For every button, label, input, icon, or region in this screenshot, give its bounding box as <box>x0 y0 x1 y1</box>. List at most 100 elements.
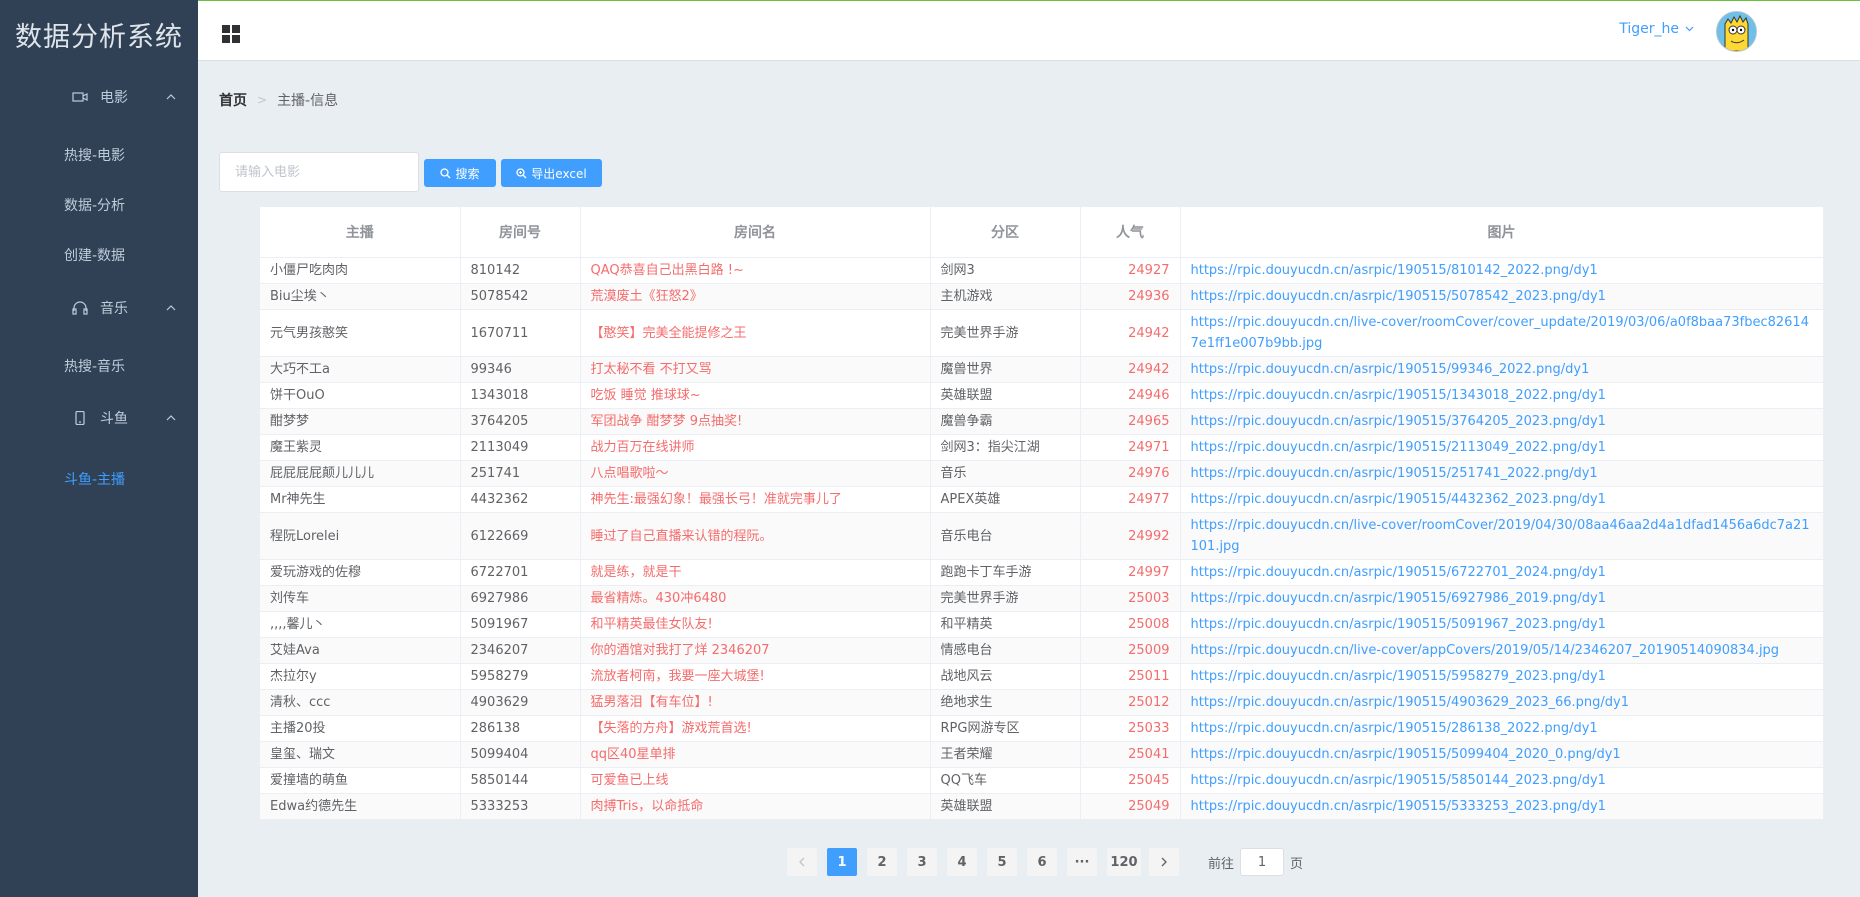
headset-icon <box>72 301 88 315</box>
category-cell: 绝地求生 <box>930 689 1081 716</box>
image-url-cell[interactable]: https://rpic.douyucdn.cn/asrpic/190515/6… <box>1180 585 1824 612</box>
next-page-button[interactable] <box>1149 848 1179 876</box>
grid-menu-icon[interactable] <box>222 25 240 43</box>
page-number-button[interactable]: 5 <box>987 848 1017 876</box>
anchor-name-cell: 程阮Lorelei <box>260 512 461 560</box>
anchor-name-cell: Edwa约德先生 <box>260 793 461 820</box>
page-number-button[interactable]: 2 <box>867 848 897 876</box>
room-name-cell: 【憨笑】完美全能提修之王 <box>580 309 931 357</box>
image-url-cell[interactable]: https://rpic.douyucdn.cn/asrpic/190515/5… <box>1180 611 1824 638</box>
category-cell: 剑网3 <box>930 257 1081 284</box>
anchor-name-cell: 大巧不工a <box>260 356 461 383</box>
table-row: Mr神先生 4432362 神先生:最强幻象！最强长弓！准就完事儿了 APEX英雄 24… <box>260 486 1824 513</box>
image-url-cell[interactable]: https://rpic.douyucdn.cn/live-cover/appC… <box>1180 637 1824 664</box>
search-input[interactable] <box>219 152 419 192</box>
image-url-cell[interactable]: https://rpic.douyucdn.cn/asrpic/190515/5… <box>1180 767 1824 794</box>
image-url-cell[interactable]: https://rpic.douyucdn.cn/asrpic/190515/5… <box>1180 793 1824 820</box>
anchor-name-cell: Biu尘埃丶 <box>260 283 461 310</box>
popularity-cell: 24997 <box>1080 559 1181 586</box>
room-id-cell: 5850144 <box>460 767 581 794</box>
chevron-up-icon <box>166 94 176 100</box>
room-id-cell: 1670711 <box>460 309 581 357</box>
search-button[interactable]: 搜索 <box>424 159 496 187</box>
image-url-cell[interactable]: https://rpic.douyucdn.cn/asrpic/190515/9… <box>1180 356 1824 383</box>
category-cell: APEX英雄 <box>930 486 1081 513</box>
column-header: 房间名 <box>580 207 931 258</box>
page-number-button[interactable]: 120 <box>1107 848 1141 876</box>
breadcrumb-current: 主播-信息 <box>277 93 339 109</box>
category-cell: 情感电台 <box>930 637 1081 664</box>
image-url-cell[interactable]: https://rpic.douyucdn.cn/asrpic/190515/1… <box>1180 382 1824 409</box>
anchor-name-cell: 皇玺、瑞文 <box>260 741 461 768</box>
user-dropdown[interactable]: Tiger_he <box>1619 21 1694 37</box>
prev-page-button[interactable] <box>787 848 817 876</box>
room-name-cell: 打太秘不看 不打又骂 <box>580 356 931 383</box>
image-url-cell[interactable]: https://rpic.douyucdn.cn/asrpic/190515/2… <box>1180 460 1824 487</box>
table-row: 刘传车 6927986 最省精炼。430冲6480 完美世界手游 25003 https:… <box>260 585 1824 612</box>
image-url-cell[interactable]: https://rpic.douyucdn.cn/asrpic/190515/4… <box>1180 689 1824 716</box>
category-cell: 音乐 <box>930 460 1081 487</box>
popularity-cell: 24971 <box>1080 434 1181 461</box>
room-id-cell: 5333253 <box>460 793 581 820</box>
image-url-cell[interactable]: https://rpic.douyucdn.cn/asrpic/190515/6… <box>1180 559 1824 586</box>
image-url-cell[interactable]: https://rpic.douyucdn.cn/asrpic/190515/2… <box>1180 715 1824 742</box>
menu-group-movie[interactable]: 电影 <box>0 69 198 125</box>
image-url-cell[interactable]: https://rpic.douyucdn.cn/asrpic/190515/5… <box>1180 283 1824 310</box>
image-url-cell[interactable]: https://rpic.douyucdn.cn/live-cover/room… <box>1180 512 1824 560</box>
category-cell: 主机游戏 <box>930 283 1081 310</box>
breadcrumb-home[interactable]: 首页 <box>219 90 247 110</box>
avatar[interactable] <box>1716 11 1757 52</box>
table-row: 杰拉尔y 5958279 流放者柯南，我要一座大城堡! 战地风云 25011 https:… <box>260 663 1824 690</box>
popularity-cell: 25012 <box>1080 689 1181 716</box>
popularity-cell: 25011 <box>1080 663 1181 690</box>
column-header: 分区 <box>930 207 1081 258</box>
anchor-name-cell: 主播20投 <box>260 715 461 742</box>
category-cell: 英雄联盟 <box>930 382 1081 409</box>
room-name-cell: 军团战争 酣梦梦 9点抽奖! <box>580 408 931 435</box>
room-id-cell: 6122669 <box>460 512 581 560</box>
anchor-name-cell: 元气男孩憨笑 <box>260 309 461 357</box>
search-icon <box>440 167 451 178</box>
sidebar-item-data-analysis[interactable]: 数据-分析 <box>0 180 198 230</box>
table-row: 爱玩游戏的佐穆 6722701 就是练，就是干 跑跑卡丁车手游 24997 https:/… <box>260 559 1824 586</box>
table-row: 皇玺、瑞文 5099404 qq区40星单排 王者荣耀 25041 https://rpi… <box>260 741 1824 768</box>
room-name-cell: 最省精炼。430冲6480 <box>580 585 931 612</box>
room-id-cell: 810142 <box>460 257 581 284</box>
app-title: 数据分析系统 <box>15 21 183 53</box>
image-url-cell[interactable]: https://rpic.douyucdn.cn/asrpic/190515/3… <box>1180 408 1824 435</box>
column-header: 房间号 <box>460 207 581 258</box>
room-id-cell: 3764205 <box>460 408 581 435</box>
page-number-button[interactable]: 4 <box>947 848 977 876</box>
sidebar-item-hot-music[interactable]: 热搜-音乐 <box>0 341 198 391</box>
room-id-cell: 286138 <box>460 715 581 742</box>
image-url-cell[interactable]: https://rpic.douyucdn.cn/asrpic/190515/5… <box>1180 741 1824 768</box>
menu-group-douyu[interactable]: 斗鱼 <box>0 390 198 446</box>
anchor-name-cell: 小僵尸吃肉肉 <box>260 257 461 284</box>
export-excel-button[interactable]: 导出excel <box>501 159 602 187</box>
sidebar-item-douyu-anchor[interactable]: 斗鱼-主播 <box>0 451 198 507</box>
room-name-cell: QAQ恭喜自己出黑白路 !~ <box>580 257 931 284</box>
page-jump-input[interactable] <box>1240 848 1285 876</box>
popularity-cell: 24942 <box>1080 356 1181 383</box>
anchor-name-cell: 爱玩游戏的佐穆 <box>260 559 461 586</box>
table-row: 魔王紫灵 2113049 战力百万在线讲师 剑网3：指尖江湖 24971 https://… <box>260 434 1824 461</box>
page-number-button[interactable]: 3 <box>907 848 937 876</box>
sidebar-item-hot-movie[interactable]: 热搜-电影 <box>0 130 198 180</box>
image-url-cell[interactable]: https://rpic.douyucdn.cn/asrpic/190515/8… <box>1180 257 1824 284</box>
image-url-cell[interactable]: https://rpic.douyucdn.cn/asrpic/190515/4… <box>1180 486 1824 513</box>
room-name-cell: 神先生:最强幻象！最强长弓！准就完事儿了 <box>580 486 931 513</box>
category-cell: 战地风云 <box>930 663 1081 690</box>
page-number-button[interactable]: 6 <box>1027 848 1057 876</box>
sidebar-item-create-data[interactable]: 创建-数据 <box>0 230 198 280</box>
image-url-cell[interactable]: https://rpic.douyucdn.cn/asrpic/190515/2… <box>1180 434 1824 461</box>
room-name-cell: 战力百万在线讲师 <box>580 434 931 461</box>
more-pages-button[interactable]: ··· <box>1067 848 1097 876</box>
page-number-button[interactable]: 1 <box>827 848 857 876</box>
image-url-cell[interactable]: https://rpic.douyucdn.cn/live-cover/room… <box>1180 309 1824 357</box>
category-cell: 完美世界手游 <box>930 309 1081 357</box>
room-id-cell: 2113049 <box>460 434 581 461</box>
table-row: 元气男孩憨笑 1670711 【憨笑】完美全能提修之王 完美世界手游 24942 http… <box>260 309 1824 357</box>
room-name-cell: 【失落的方舟】游戏荒首选! <box>580 715 931 742</box>
menu-group-music[interactable]: 音乐 <box>0 280 198 336</box>
image-url-cell[interactable]: https://rpic.douyucdn.cn/asrpic/190515/5… <box>1180 663 1824 690</box>
